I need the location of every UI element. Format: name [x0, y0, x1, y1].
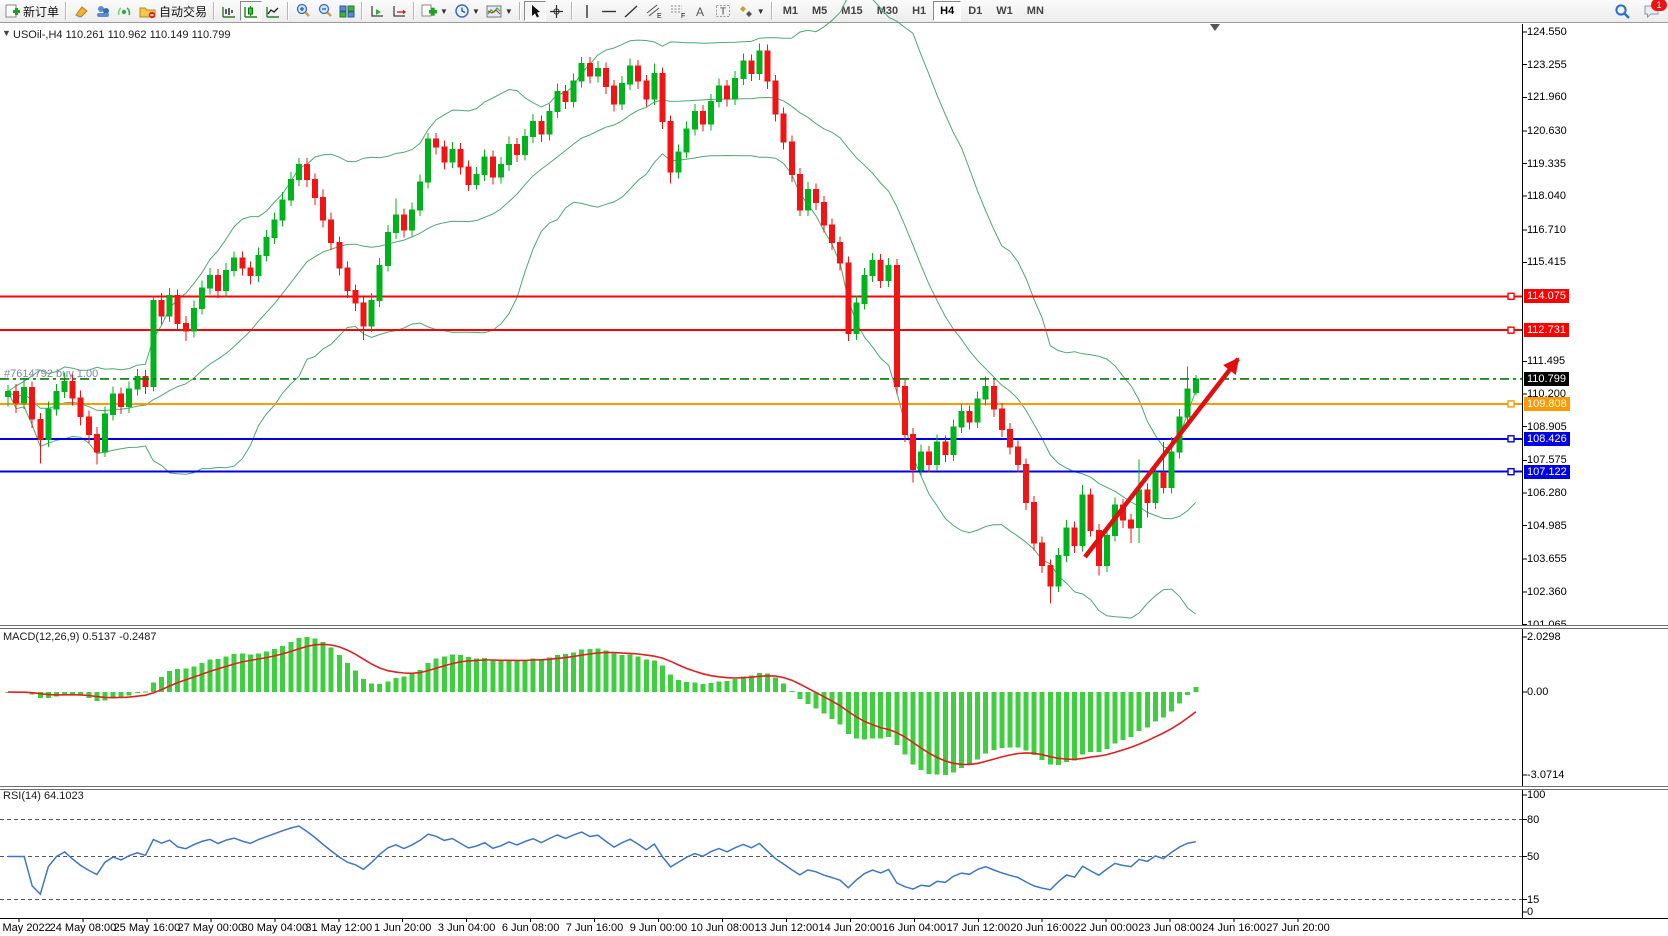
- time-label: 27 Jun 20:00: [1253, 922, 1343, 934]
- open-position-label: #7614792 buy 1.00: [4, 368, 98, 380]
- price-tick: 111.495: [1527, 355, 1565, 367]
- mt4-window: 新订单 自动交易: [0, 0, 1668, 936]
- macd-tick: 2.0298: [1527, 631, 1561, 643]
- rsi-tick: 15: [1527, 894, 1539, 906]
- price-tick: 106.280: [1527, 487, 1567, 499]
- price-axis-line: [1522, 24, 1523, 918]
- price-tick: 116.710: [1527, 224, 1566, 236]
- chart-plot: [0, 0, 1668, 936]
- rsi-panel-separator[interactable]: [0, 786, 1668, 790]
- rsi-tick: 0: [1527, 906, 1533, 918]
- price-line-label: 114.075: [1524, 289, 1569, 303]
- price-line-label: 108.426: [1524, 432, 1570, 446]
- macd-panel-separator[interactable]: [0, 625, 1668, 629]
- price-tick: 121.960: [1527, 91, 1567, 103]
- price-tick: 115.415: [1527, 256, 1566, 268]
- price-tick: 119.335: [1527, 158, 1566, 170]
- chart-canvas[interactable]: ▼ USOil-,H4 110.261 110.962 110.149 110.…: [0, 24, 1668, 936]
- time-axis-line: [0, 918, 1668, 919]
- price-line-label: 107.122: [1524, 465, 1570, 479]
- rsi-tick: 80: [1527, 814, 1539, 826]
- macd-tick: -3.0714: [1527, 769, 1564, 781]
- price-tick: 103.655: [1527, 553, 1567, 565]
- price-line-label: 110.799: [1524, 372, 1569, 386]
- price-tick: 123.255: [1527, 59, 1567, 71]
- macd-tick: 0.00: [1527, 686, 1548, 698]
- price-tick: 104.985: [1527, 520, 1567, 532]
- price-tick: 124.550: [1527, 26, 1567, 38]
- chart-shift-marker[interactable]: [1210, 24, 1220, 31]
- rsi-tick: 100: [1527, 789, 1545, 801]
- chart-title-ohlc: USOil-,H4 110.261 110.962 110.149 110.79…: [13, 29, 231, 41]
- price-tick: 120.630: [1527, 125, 1567, 137]
- price-tick: 118.040: [1527, 190, 1566, 202]
- rsi-indicator-label: RSI(14) 64.1023: [3, 790, 84, 802]
- quote-panel-collapse-icon[interactable]: ▼: [2, 28, 11, 38]
- price-tick: 102.360: [1527, 586, 1567, 598]
- price-line-label: 109.808: [1524, 397, 1570, 411]
- macd-indicator-label: MACD(12,26,9) 0.5137 -0.2487: [3, 631, 156, 643]
- rsi-tick: 50: [1527, 851, 1539, 863]
- price-line-label: 112.731: [1524, 323, 1569, 337]
